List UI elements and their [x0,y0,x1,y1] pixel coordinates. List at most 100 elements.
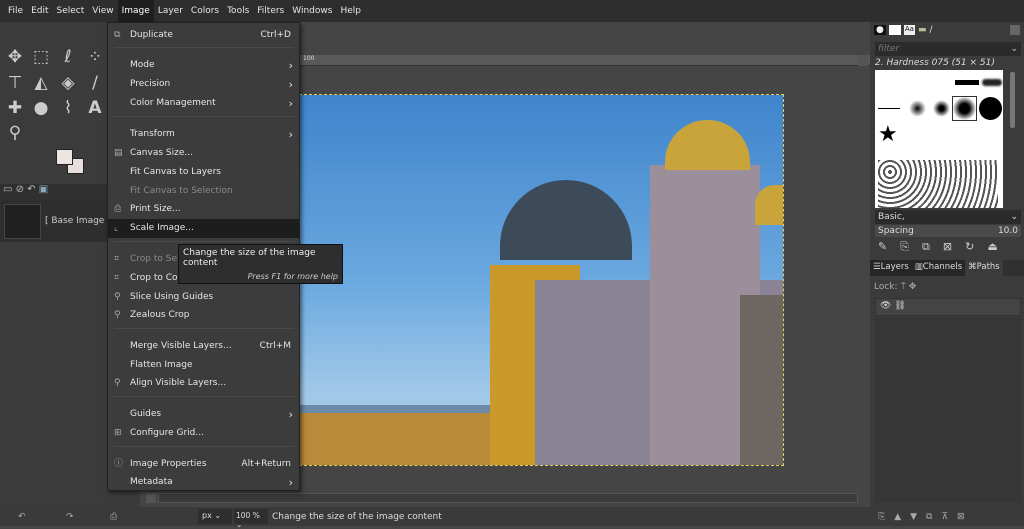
warp-tool-icon[interactable]: ◭ [30,72,52,94]
menu-item-precision[interactable]: Precision › [108,75,299,94]
paintbrush-icon[interactable]: ∕ [84,72,106,94]
refresh-brush-icon[interactable]: ↻ [965,240,974,254]
menu-item-fit-canvas-to-layers[interactable]: Fit Canvas to Layers [108,163,299,182]
preset-label: Basic, [878,212,905,222]
menu-filters[interactable]: Filters [253,0,288,22]
zoom-select[interactable]: 100 % ⌄ [234,509,268,529]
filter-placeholder: filter [878,44,900,54]
menu-item-fit-canvas-to-selection[interactable]: Fit Canvas to Selection [108,182,299,201]
brush-editor-tab-icon[interactable]: ∕ [929,25,932,35]
menu-item-color-management[interactable]: Color Management › [108,94,299,113]
align-icon: ⚲ [114,378,121,388]
menu-item-configure-grid[interactable]: ⊞ Configure Grid... [108,424,299,443]
menu-layer[interactable]: Layer [154,0,187,22]
horizontal-scrollbar[interactable] [158,493,858,503]
crop-tool-icon[interactable]: ⊤ [4,72,26,94]
menu-item-guides[interactable]: Guides › [108,405,299,424]
new-brush-icon[interactable]: ⎘ [900,240,909,254]
unit-select[interactable]: px ⌄ [198,509,232,524]
spacing-label: Spacing [878,226,914,236]
menu-colors[interactable]: Colors [187,0,223,22]
spacing-slider[interactable]: Spacing 10.0 [875,225,1021,237]
zoom-tool-icon[interactable]: ⚲ [4,122,26,144]
selected-brush[interactable] [952,96,977,121]
layer-row[interactable]: 👁 ⛓ [875,298,1021,316]
print-icon[interactable]: ⎙ [110,512,117,522]
brush-actions: ✎ ⎘ ⧉ ⊠ ↻ ⏏ [878,240,998,254]
brush-filter-input[interactable]: filter ⌄ [875,42,1021,56]
menu-item-flatten-image[interactable]: Flatten Image [108,356,299,375]
visibility-eye-icon[interactable]: 👁 [880,301,891,311]
menu-item-align-visible-layers[interactable]: ⚲ Align Visible Layers... [108,374,299,393]
menu-item-metadata[interactable]: Metadata › [108,473,299,492]
foreground-color[interactable] [56,149,73,165]
menu-select[interactable]: Select [53,0,89,22]
tab-channels[interactable]: ▥Channels [911,260,966,276]
undo-history-tab-icon[interactable]: ↶ [27,184,35,195]
duplicate-brush-icon[interactable]: ⧉ [922,240,930,254]
current-brush-label: 2. Hardness 075 (51 × 51) [875,58,995,68]
layer-actions-icons[interactable]: ⎘▲▼⧉⊼⊠ [878,512,974,522]
tab-layers[interactable]: ☰Layers [870,260,912,276]
tab-paths[interactable]: ⌘Paths [965,260,1003,276]
menu-item-zealous-crop[interactable]: ⚲ Zealous Crop [108,306,299,325]
images-tab-icon[interactable]: ▣ [39,184,48,195]
lock-row: Lock: ⍑ ✥ [874,282,916,292]
shortcut-label: Alt+Return [241,459,291,469]
edit-brush-icon[interactable]: ✎ [878,240,887,254]
lasso-tool-icon[interactable]: ℓ [57,46,79,68]
menu-tools[interactable]: Tools [223,0,253,22]
menu-item-label: Metadata [130,477,173,487]
lock-position-icon[interactable]: ✥ [909,282,917,292]
patterns-tab-icon[interactable] [888,25,901,35]
chain-icon[interactable]: ⛓ [894,301,905,311]
delete-brush-icon[interactable]: ⊠ [943,240,952,254]
device-status-tab-icon[interactable]: ⊘ [16,184,24,195]
menu-item-transform[interactable]: Transform › [108,125,299,144]
brush-scrollbar[interactable] [1010,72,1015,128]
menu-item-label: Image Properties [130,459,207,469]
menu-item-label: Mode [130,60,155,70]
menu-item-duplicate[interactable]: ⧉ Duplicate Ctrl+D [108,26,299,45]
heal-tool-icon[interactable]: ✚ [4,97,26,119]
gradients-tab-icon[interactable]: ▬ [918,25,927,35]
undo-icon[interactable]: ↶ [18,512,26,522]
menu-item-scale-image[interactable]: ⌞ Scale Image... [108,219,299,238]
chevron-right-icon: › [288,59,293,72]
menu-item-label: Duplicate [130,30,173,40]
smudge-tool-icon[interactable]: ● [30,97,52,119]
menu-item-slice-using-guides[interactable]: ⚲ Slice Using Guides [108,288,299,307]
fuzzy-select-tool-icon[interactable]: ⁘ [84,46,106,68]
menu-view[interactable]: View [88,0,117,22]
tool-options-tab-icon[interactable]: ▭ [3,184,12,195]
quick-mask-toggle[interactable] [146,493,156,503]
dock-menu-icon[interactable] [1010,25,1020,35]
image-canvas[interactable] [299,94,784,466]
move-tool-icon[interactable]: ✥ [4,46,26,68]
brush-preset-select[interactable]: Basic, ⌄ [875,210,1021,224]
fonts-tab-icon[interactable]: Aa [903,25,915,35]
right-dock: ● Aa ▬ ∕ filter ⌄ 2. Hardness 075 (51 × 5… [870,22,1024,507]
menu-edit[interactable]: Edit [27,0,52,22]
menu-item-print-size[interactable]: ⎙ Print Size... [108,200,299,219]
menu-help[interactable]: Help [336,0,365,22]
bucket-fill-icon[interactable]: ◈ [57,72,79,94]
shortcut-label: Ctrl+D [260,30,292,40]
brushes-tab-icon[interactable]: ● [874,25,886,35]
open-brush-icon[interactable]: ⏏ [987,240,997,254]
menu-windows[interactable]: Windows [288,0,336,22]
menu-file[interactable]: File [4,0,27,22]
lock-pixels-icon[interactable]: ⍑ [900,282,905,292]
rect-select-tool-icon[interactable]: ⬚ [30,46,52,68]
text-tool-icon[interactable]: A [84,97,106,119]
menu-item-canvas-size[interactable]: ▤ Canvas Size... [108,144,299,163]
menu-item-image-properties[interactable]: ⓘ Image Properties Alt+Return [108,455,299,474]
paths-tool-icon[interactable]: ⌇ [57,97,79,119]
chevron-right-icon: › [288,408,293,421]
menu-item-merge-visible-layers[interactable]: Merge Visible Layers... Ctrl+M [108,337,299,356]
redo-icon[interactable]: ↷ [66,512,74,522]
menu-image[interactable]: Image [117,0,154,22]
navigate-icon[interactable] [858,55,868,66]
brush-grid[interactable]: ★ [875,70,1003,208]
menu-item-mode[interactable]: Mode › [108,56,299,75]
